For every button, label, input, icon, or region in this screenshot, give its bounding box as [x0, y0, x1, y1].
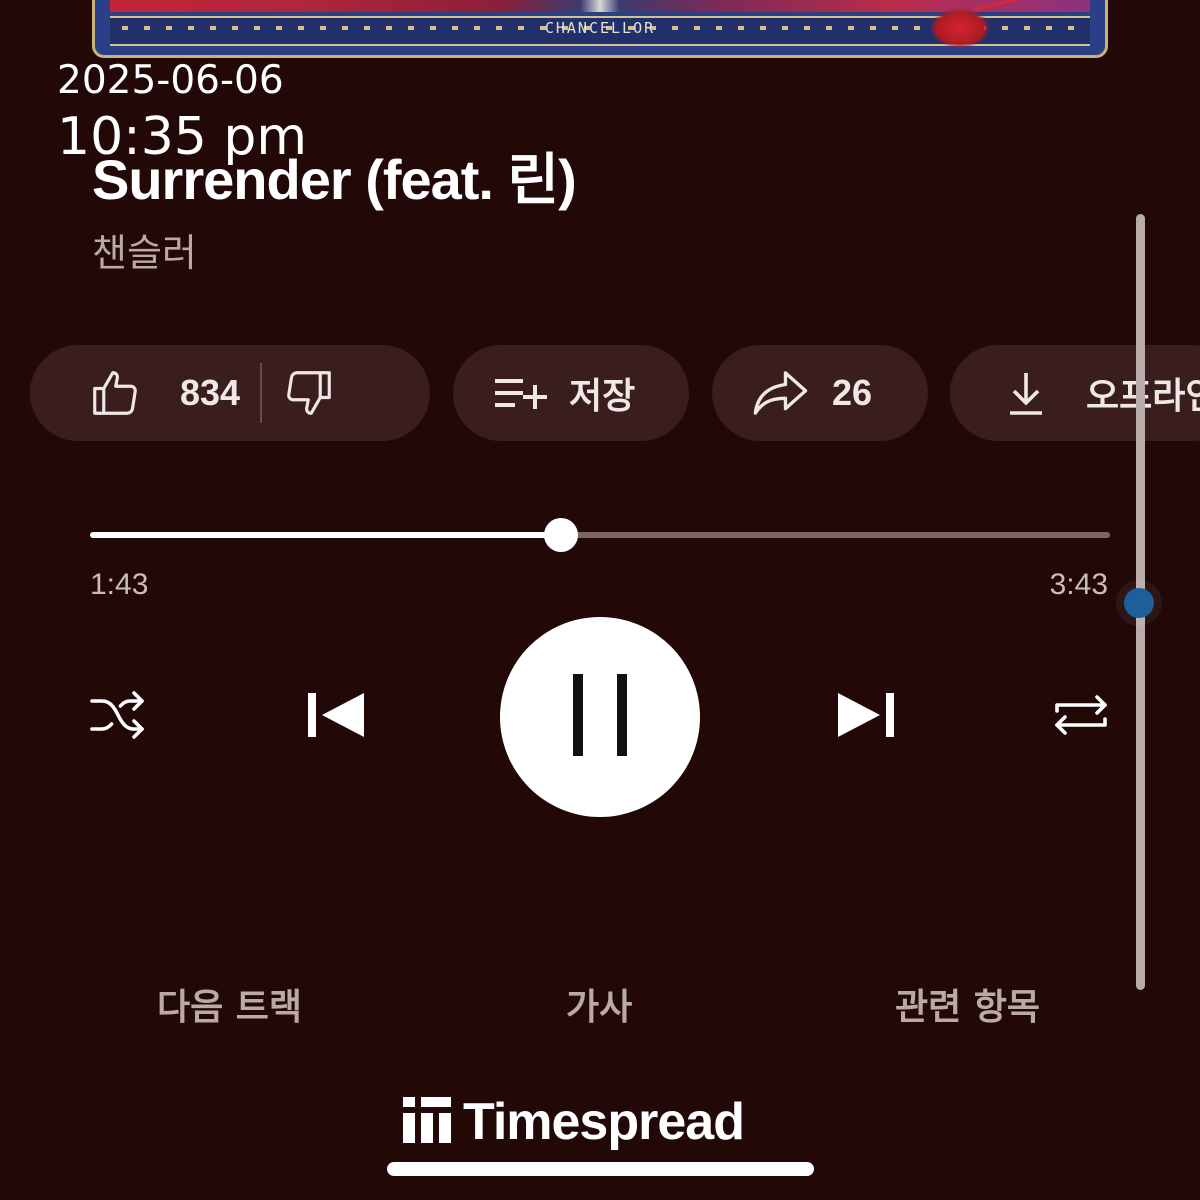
album-art-tassel: [930, 8, 990, 48]
tab-related[interactable]: 관련 항목: [895, 978, 1040, 1030]
share-count: 26: [832, 372, 873, 413]
share-arrow-icon: [752, 367, 810, 419]
timespread-logo-icon: [403, 1097, 451, 1147]
like-button[interactable]: 834: [30, 366, 240, 420]
home-indicator[interactable]: [387, 1162, 814, 1176]
pause-icon: [569, 674, 631, 760]
artist-name[interactable]: 챈슬러: [92, 222, 197, 277]
overlay-date: 2025-06-06: [57, 58, 284, 103]
pause-button[interactable]: [500, 617, 700, 817]
skip-next-icon: [834, 689, 898, 745]
watermark-text: Timespread: [463, 1093, 745, 1151]
like-dislike-chip: 834: [30, 345, 430, 441]
save-label: 저장: [569, 375, 636, 416]
dislike-button[interactable]: [282, 366, 336, 420]
progress-fill: [90, 532, 562, 538]
shuffle-button[interactable]: [84, 686, 152, 748]
thumbs-down-icon: [282, 366, 336, 420]
tab-up-next[interactable]: 다음 트랙: [157, 978, 302, 1030]
album-art: CHANCELLOR: [92, 0, 1108, 58]
shuffle-icon: [88, 689, 148, 745]
download-offline-button[interactable]: 오프라인: [950, 345, 1200, 441]
download-icon: [1006, 369, 1046, 417]
like-count: 834: [180, 372, 241, 413]
scroll-indicator-dot[interactable]: [1124, 588, 1154, 618]
watermark: Timespread: [403, 1092, 745, 1152]
tab-lyrics[interactable]: 가사: [566, 978, 632, 1030]
share-button[interactable]: 26: [712, 345, 928, 441]
progress-bar[interactable]: [90, 518, 1110, 552]
save-button[interactable]: 저장: [453, 345, 689, 441]
repeat-icon: [1051, 689, 1111, 745]
next-button[interactable]: [826, 684, 906, 750]
previous-button[interactable]: [296, 684, 376, 750]
total-duration: 3:43: [1049, 568, 1108, 601]
playlist-add-icon: [491, 373, 551, 413]
skip-previous-icon: [304, 689, 368, 745]
progress-knob[interactable]: [544, 518, 579, 552]
elapsed-time: 1:43: [90, 568, 149, 601]
chip-divider: [260, 363, 263, 423]
repeat-button[interactable]: [1046, 686, 1116, 748]
thumbs-up-icon: [88, 366, 142, 420]
song-title: Surrender (feat. 린): [92, 148, 577, 211]
